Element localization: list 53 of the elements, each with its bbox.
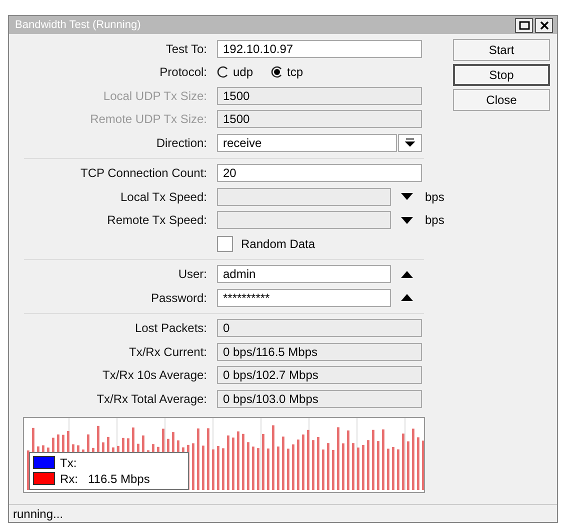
field-label: Direction: (155, 136, 208, 150)
readonly-field: 0 bps/103.0 Mbps (217, 390, 422, 408)
dropdown-icon (405, 138, 415, 148)
input-field[interactable]: ********** (217, 288, 391, 307)
readonly-field: 0 bps/116.5 Mbps (217, 342, 422, 361)
collapse-icon[interactable] (401, 294, 413, 302)
readonly-field: 1500 (217, 110, 422, 128)
dialog-button[interactable]: Start (453, 39, 550, 61)
input-field[interactable]: admin (217, 265, 391, 284)
radio-option[interactable]: tcp (271, 65, 304, 80)
maximize-button[interactable] (515, 18, 533, 32)
input-field[interactable] (217, 211, 391, 230)
dropdown-icon[interactable] (401, 216, 413, 224)
radio-option[interactable]: udp (217, 65, 254, 80)
readonly-field: 0 bps/102.7 Mbps (217, 366, 422, 384)
input-field[interactable]: 20 (217, 164, 422, 182)
field-label: Tx/Rx Total Average: (96, 392, 208, 406)
field-label: Local Tx Speed: (119, 190, 208, 204)
field-label: TCP Connection Count: (79, 166, 208, 180)
field-label: Local UDP Tx Size: (102, 88, 208, 103)
dropdown-button[interactable] (398, 134, 422, 152)
legend-value: 116.5 Mbps (88, 472, 150, 486)
field-label: Remote Tx Speed: (106, 213, 208, 228)
checkbox-label: Random Data (241, 236, 316, 251)
field-label: Password: (150, 290, 208, 305)
checkbox[interactable] (217, 236, 233, 252)
field-label: Tx/Rx 10s Average: (102, 368, 208, 382)
dropdown-icon[interactable] (401, 193, 413, 200)
dropdown-field[interactable]: receive (217, 134, 397, 152)
unit-label: bps (425, 213, 444, 228)
field-label: Test To: (164, 42, 208, 56)
legend-label: Rx: (60, 472, 78, 486)
field-label: Tx/Rx Current: (128, 344, 208, 359)
window-title: Bandwidth Test (Running) (15, 19, 141, 31)
readonly-field: 1500 (217, 86, 422, 105)
field-label: Lost Packets: (134, 321, 208, 336)
field-label: User: (177, 267, 208, 282)
dialog-button[interactable]: Close (453, 89, 550, 111)
close-icon (538, 20, 550, 30)
unit-label: bps (425, 190, 444, 204)
maximize-icon (518, 20, 530, 30)
field-label: Remote UDP Tx Size: (89, 112, 208, 126)
field-label: Protocol: (158, 65, 208, 80)
radio-icon (217, 66, 229, 78)
input-field[interactable]: 192.10.10.97 (217, 40, 422, 58)
legend-label: Tx: (60, 456, 77, 470)
collapse-icon[interactable] (401, 270, 413, 278)
input-field[interactable] (217, 188, 391, 206)
status-text: running... (13, 507, 64, 521)
dialog-button[interactable]: Stop (453, 64, 550, 86)
close-button[interactable] (535, 18, 553, 32)
radio-icon (271, 66, 284, 78)
readonly-field: 0 (217, 319, 422, 338)
